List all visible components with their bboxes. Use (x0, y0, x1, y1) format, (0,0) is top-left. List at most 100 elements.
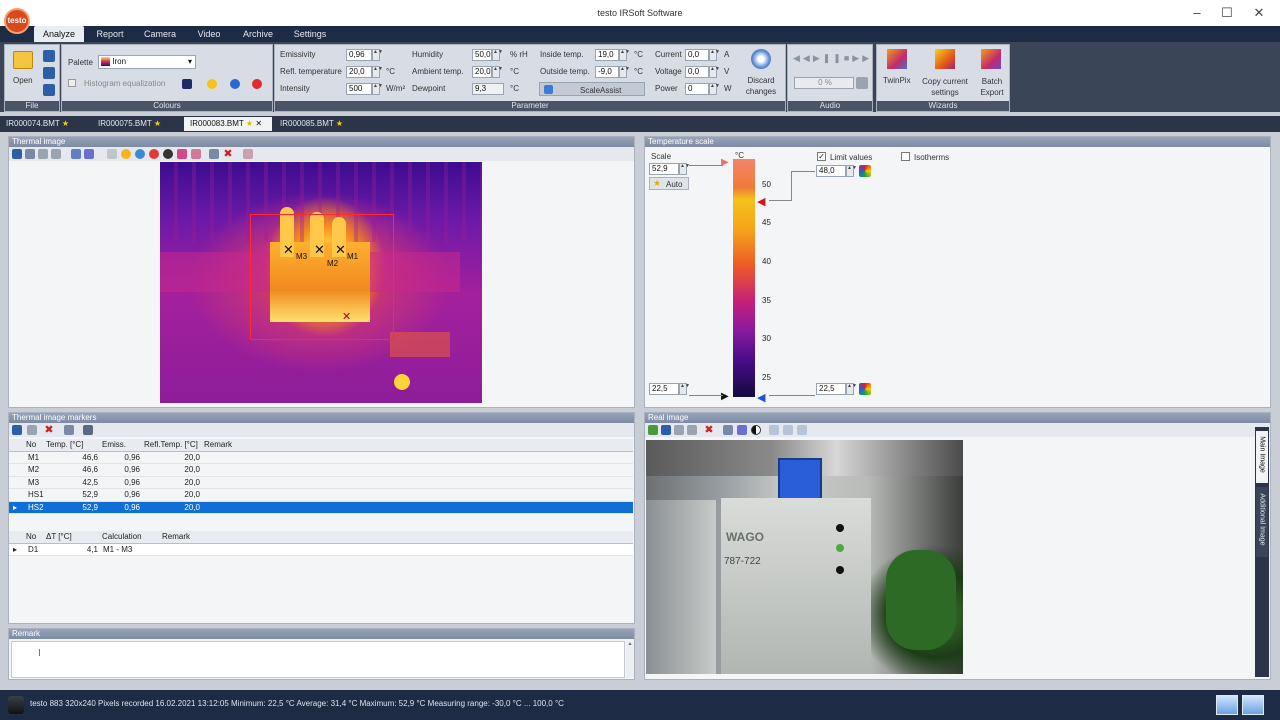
single-view-icon[interactable] (1216, 695, 1238, 715)
lower-limit-handle-icon[interactable]: ◀ (757, 391, 765, 404)
copy-icon[interactable] (27, 425, 37, 435)
save-icon[interactable] (12, 425, 22, 435)
measure-point-icon[interactable] (149, 149, 159, 159)
twinpix-icon[interactable] (887, 49, 907, 69)
ambient-stepper[interactable]: ▲▼ (492, 66, 503, 78)
discard-changes-icon[interactable] (751, 49, 771, 69)
save-icon[interactable] (12, 149, 22, 159)
delete-icon[interactable]: ✖ (223, 149, 233, 160)
outside-temp-field[interactable]: -9,0 (595, 66, 619, 78)
batch-export-icon[interactable] (981, 49, 1001, 69)
limit-upper-field[interactable]: 48,0 (816, 165, 846, 177)
remark-scrollbar[interactable]: ▲ (626, 641, 634, 678)
color-picker-icon[interactable] (182, 79, 192, 89)
lower-scale-handle-icon[interactable]: ▶ (721, 391, 729, 402)
forward-icon[interactable]: ▶▶ (852, 53, 872, 63)
tab-additional-image[interactable]: Additional Image (1256, 487, 1268, 557)
overlay-icon[interactable] (243, 149, 253, 159)
load-image-icon[interactable] (648, 425, 658, 435)
ambient-field[interactable]: 20,0 (472, 66, 492, 78)
batch-export-button[interactable]: Batch Export (977, 76, 1007, 98)
save-as-icon[interactable] (43, 67, 55, 79)
scaleassist-button[interactable]: ScaleAssist (539, 82, 645, 96)
twinpix-button[interactable]: TwinPix (883, 76, 911, 85)
tab-analyze[interactable]: Analyze (34, 26, 84, 42)
minimize-button[interactable]: – (1182, 4, 1212, 22)
color-wheel-icon[interactable] (859, 165, 871, 177)
star-icon[interactable]: ★ (246, 119, 253, 128)
area-icon[interactable] (191, 149, 201, 159)
zoom-fit-icon[interactable] (797, 425, 807, 435)
humidity-field[interactable]: 50,0 (472, 49, 492, 61)
zoom-in-icon[interactable] (769, 425, 779, 435)
delete-icon[interactable]: ✖ (44, 425, 54, 436)
tab-main-image[interactable]: Main Image (1256, 431, 1268, 483)
col-header[interactable]: Remark (162, 531, 190, 544)
intensity-field[interactable]: 500 (346, 83, 372, 95)
contrast-icon[interactable] (751, 425, 761, 435)
scale-max-stepper[interactable]: ▲▼ (679, 163, 690, 175)
table-row[interactable]: M3 42,5 0,96 20,0 (9, 477, 633, 489)
open-button[interactable]: Open (13, 76, 33, 85)
star-icon[interactable]: ★ (154, 119, 161, 128)
profile-icon[interactable] (177, 149, 187, 159)
tab-video[interactable]: Video (188, 26, 230, 42)
zoom-out-icon[interactable] (783, 425, 793, 435)
limit-lower-field[interactable]: 22,5 (816, 383, 846, 395)
tab-report[interactable]: Report (88, 26, 132, 42)
copy-settings-icon[interactable] (935, 49, 955, 69)
limit-lower-stepper[interactable]: ▲▼ (846, 383, 857, 395)
calculator-icon[interactable] (83, 425, 93, 435)
histogram-checkbox[interactable] (68, 79, 76, 87)
real-image-photo[interactable]: WAGO 787-722 (646, 440, 963, 674)
color-wheel-icon[interactable] (859, 383, 871, 395)
save-icon[interactable] (661, 425, 671, 435)
outside-temp-stepper[interactable]: ▲▼ (619, 66, 630, 78)
table-row[interactable]: HS1 52,9 0,96 20,0 (9, 489, 633, 502)
discard-changes-button[interactable]: Discard changes (741, 75, 781, 97)
play-icon[interactable]: ▶ (813, 53, 823, 63)
inside-temp-stepper[interactable]: ▲▼ (619, 49, 630, 61)
hotspot-icon[interactable] (121, 149, 131, 159)
marker-m2-cross[interactable]: ✕ (314, 242, 325, 258)
current-stepper[interactable]: ▲▼ (709, 49, 720, 61)
power-stepper[interactable]: ▲▼ (709, 83, 720, 95)
col-header[interactable]: Remark (204, 439, 232, 452)
doc-tab[interactable]: IR000074.BMT ★ (0, 117, 88, 131)
star-icon[interactable]: ★ (336, 119, 343, 128)
limit-upper-stepper[interactable]: ▲▼ (846, 165, 857, 177)
emissivity-stepper[interactable]: ▲▼ (372, 49, 383, 61)
close-tab-icon[interactable]: ✕ (255, 119, 262, 128)
testo-logo[interactable]: testo (4, 8, 30, 34)
table-row[interactable]: M2 46,6 0,96 20,0 (9, 464, 633, 477)
tab-settings[interactable]: Settings (286, 26, 334, 42)
no-entry-icon[interactable] (163, 149, 173, 159)
dual-view-icon[interactable] (1242, 695, 1264, 715)
folder-open-icon[interactable] (13, 51, 33, 69)
copy-icon[interactable] (25, 149, 35, 159)
scale-max-field[interactable]: 52,9 (649, 163, 679, 175)
emissivity-field[interactable]: 0,96 (346, 49, 372, 61)
humidity-stepper[interactable]: ▲▼ (492, 49, 503, 61)
export-icon[interactable] (687, 425, 697, 435)
palette-select[interactable]: Iron ▾ (98, 55, 196, 69)
voltage-field[interactable]: 0,0 (685, 66, 709, 78)
col-header[interactable]: No (26, 531, 36, 544)
close-window-button[interactable]: ✕ (1244, 4, 1274, 22)
delete-icon[interactable]: ✖ (704, 425, 714, 436)
limit-values-checkbox[interactable]: ✓ (817, 152, 826, 161)
col-header[interactable]: No (26, 439, 36, 452)
grid-icon[interactable] (209, 149, 219, 159)
marker-m3-cross[interactable]: ✕ (283, 242, 294, 258)
col-header[interactable]: Calculation (102, 531, 142, 544)
refl-temp-field[interactable]: 20,0 (346, 66, 372, 78)
hotspot-cross[interactable]: ✕ (342, 310, 351, 323)
tab-camera[interactable]: Camera (138, 26, 182, 42)
voltage-stepper[interactable]: ▲▼ (709, 66, 720, 78)
star-icon[interactable]: ★ (62, 119, 69, 128)
blue-color-icon[interactable] (230, 79, 240, 89)
col-header[interactable]: ΔT [°C] (46, 531, 72, 544)
thermal-image[interactable]: ✕ M3 ✕ M2 ✕ M1 ✕ (160, 162, 482, 403)
pin-icon[interactable] (64, 425, 74, 435)
scale-min-stepper[interactable]: ▲▼ (679, 383, 690, 395)
